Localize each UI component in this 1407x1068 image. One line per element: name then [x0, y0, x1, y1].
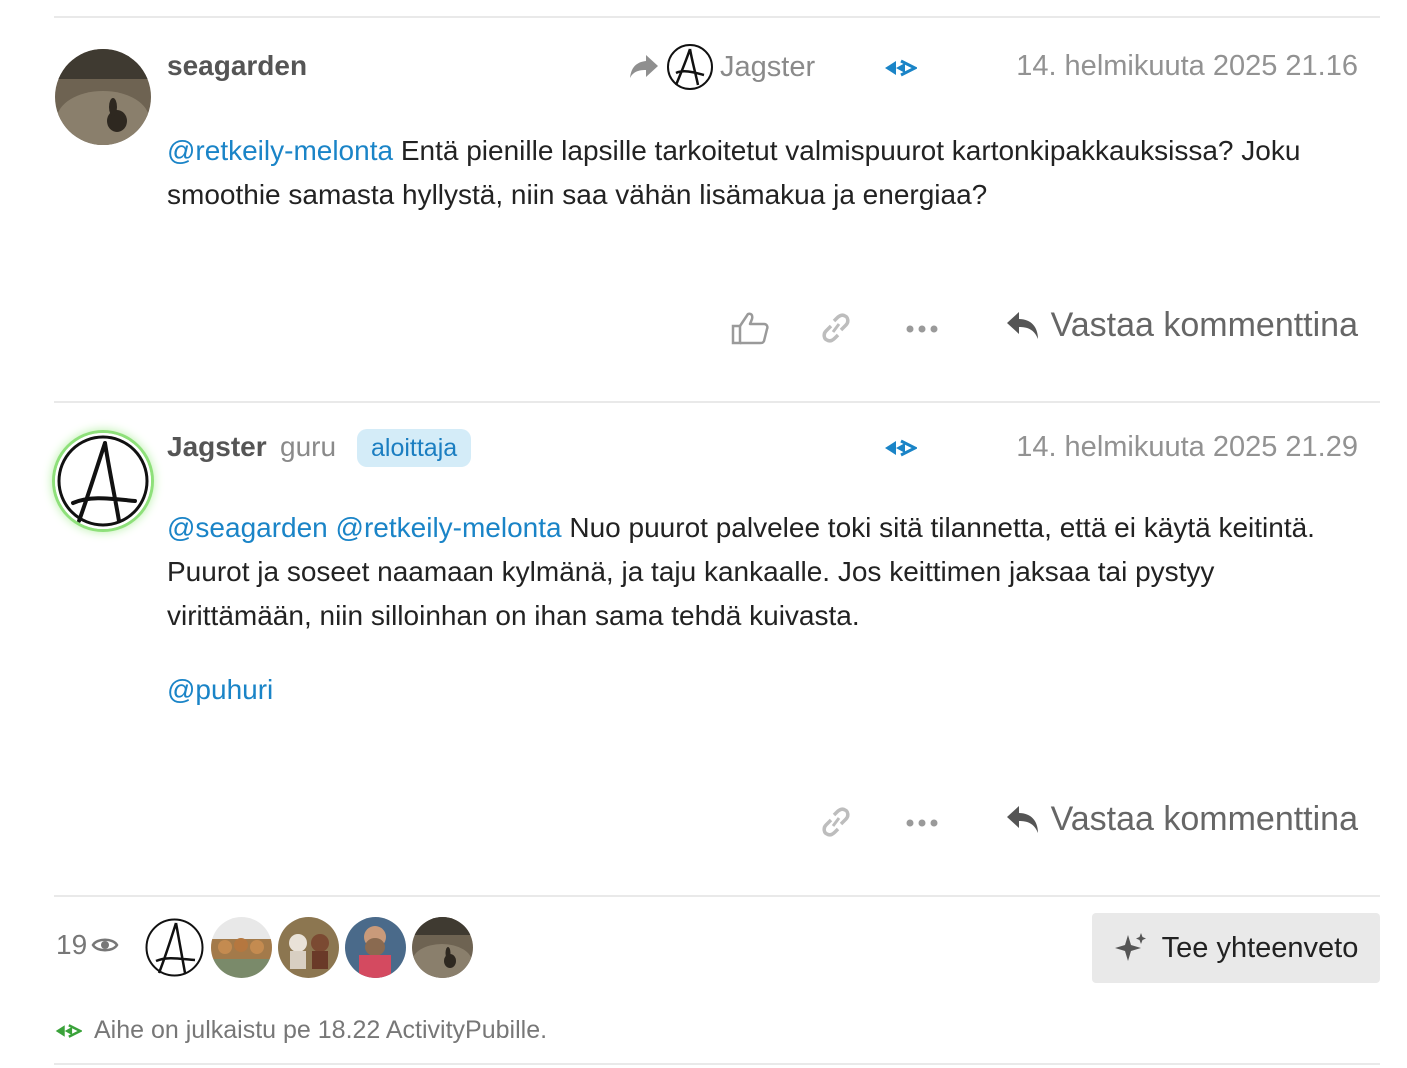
activitypub-icon[interactable] [883, 437, 917, 459]
anarchy-a-avatar-icon [666, 43, 714, 91]
post-timestamp[interactable]: 14. helmikuuta 2025 21.29 [1016, 431, 1358, 464]
summarize-button[interactable]: Tee yhteenveto [1092, 913, 1380, 983]
reply-button[interactable]: Vastaa kommenttina [1005, 306, 1358, 345]
reply-to-username: Jagster [720, 50, 816, 83]
avatar-jagster[interactable] [55, 433, 151, 529]
mention-link[interactable]: @seagarden [167, 512, 328, 543]
original-poster-badge: aloittaja [357, 429, 472, 467]
post-body: @retkeily-melonta Entä pienille lapsille… [167, 129, 1347, 217]
mention-link[interactable]: @puhuri [167, 674, 273, 705]
post-body-extra: @puhuri [167, 668, 1347, 712]
activitypub-icon[interactable] [883, 57, 917, 79]
reply-label: Vastaa kommenttina [1050, 800, 1358, 838]
reply-icon [1006, 805, 1038, 833]
divider-topic-footer [54, 895, 1380, 897]
view-count-value: 19 [56, 929, 88, 960]
reply-arrow-icon [630, 55, 658, 78]
view-count: 19 [56, 929, 119, 961]
divider-summary [54, 996, 1380, 998]
ellipsis-icon[interactable] [905, 818, 939, 828]
reply-icon [1006, 311, 1038, 339]
mention-link[interactable]: @retkeily-melonta [336, 512, 562, 543]
post-username[interactable]: Jagster [167, 431, 267, 463]
mention-link[interactable]: @retkeily-melonta [167, 135, 393, 166]
participant-avatar[interactable] [412, 917, 473, 978]
post-body: @seagarden @retkeily-melonta Nuo puurot … [167, 506, 1347, 638]
post-username[interactable]: seagarden [167, 50, 307, 82]
ellipsis-icon[interactable] [905, 324, 939, 334]
link-icon[interactable] [818, 312, 854, 344]
avatar-seagarden[interactable] [55, 49, 151, 145]
published-text: Aihe on julkaistu pe 18.22 ActivityPubil… [94, 1016, 548, 1044]
summarize-label: Tee yhteenveto [1161, 931, 1359, 964]
user-title: guru [280, 431, 337, 462]
thumbs-up-icon[interactable] [731, 311, 769, 345]
participant-avatars [144, 917, 473, 978]
divider-top [54, 16, 1380, 18]
participant-avatar[interactable] [144, 917, 205, 978]
post-timestamp[interactable]: 14. helmikuuta 2025 21.16 [1016, 50, 1358, 83]
link-icon[interactable] [818, 806, 854, 838]
activitypub-published-notice: Aihe on julkaistu pe 18.22 ActivityPubil… [54, 1016, 547, 1045]
participant-avatar[interactable] [345, 917, 406, 978]
participant-avatar[interactable] [278, 917, 339, 978]
reply-to-indicator[interactable]: Jagster [628, 43, 815, 91]
divider-bottom [54, 1063, 1380, 1065]
reply-label: Vastaa kommenttina [1050, 306, 1358, 344]
eye-icon [91, 938, 119, 952]
activitypub-icon [55, 1023, 82, 1038]
reply-button[interactable]: Vastaa kommenttina [1005, 800, 1358, 839]
participant-avatar[interactable] [211, 917, 272, 978]
sparkle-icon [1114, 933, 1146, 961]
divider-between-posts [54, 401, 1380, 403]
